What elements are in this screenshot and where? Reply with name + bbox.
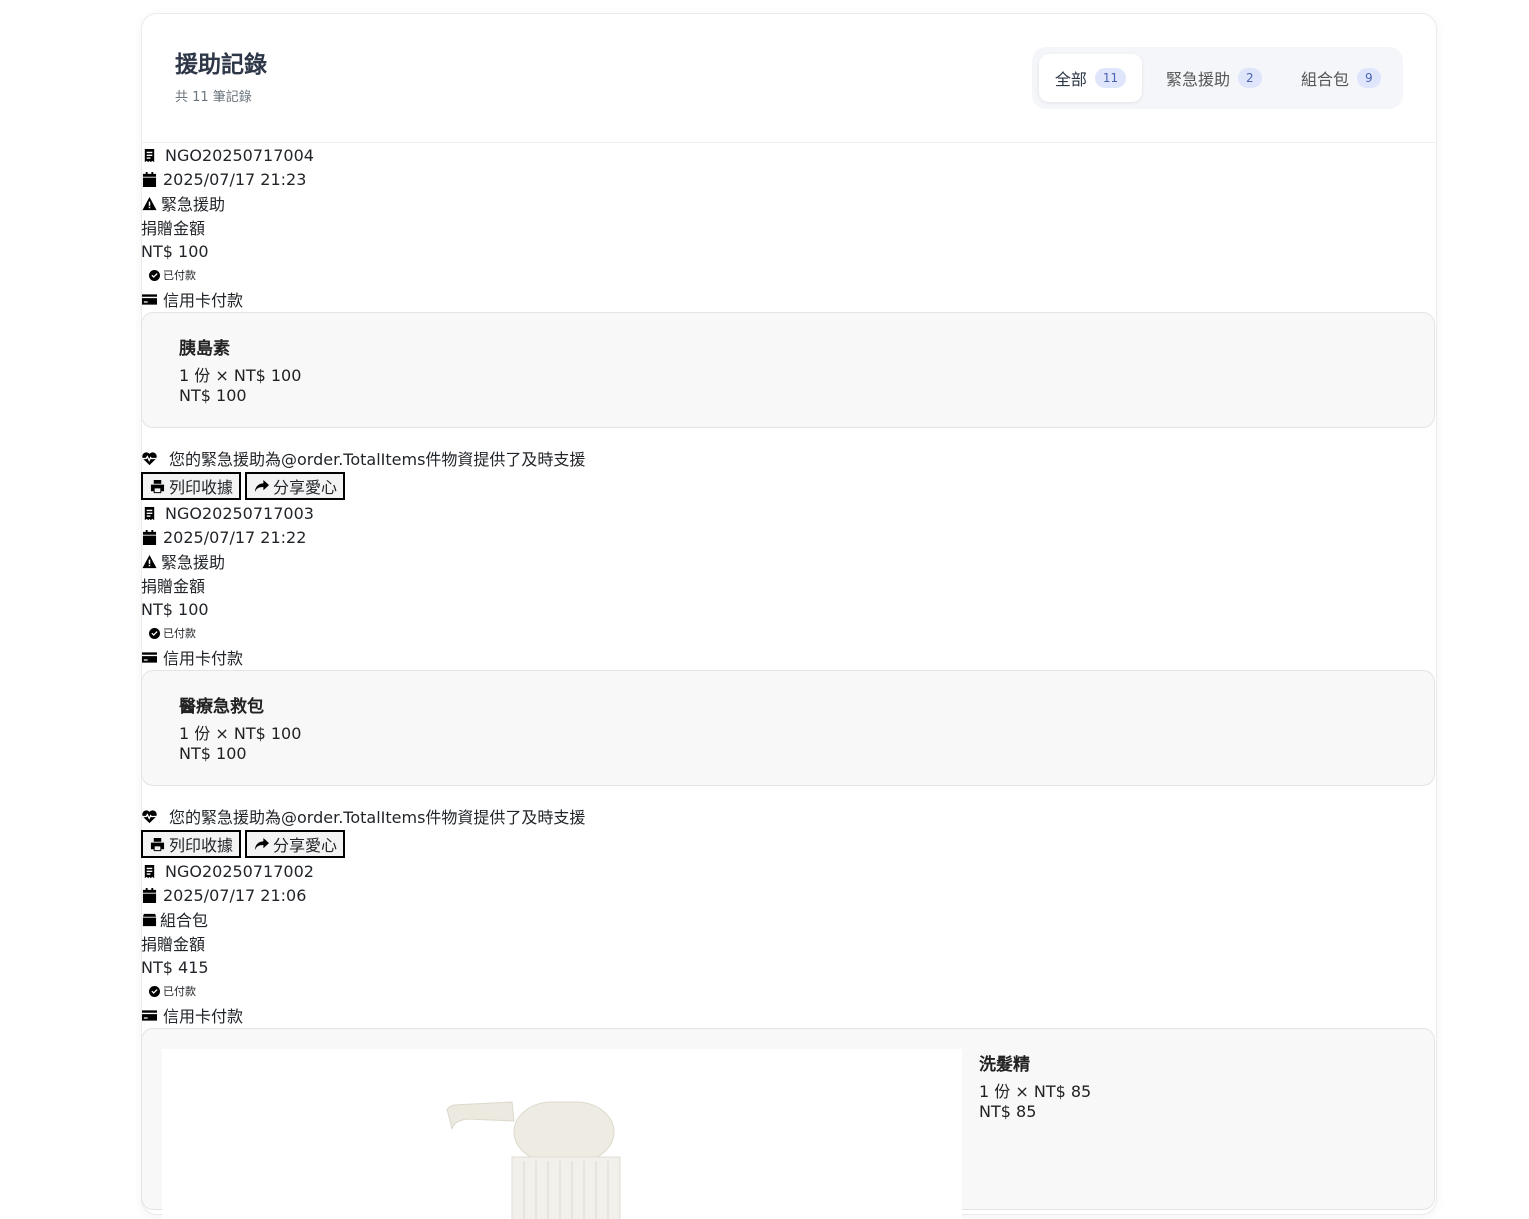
amount-value: NT$ 415 [141,957,209,977]
item-subtotal: NT$ 100 [179,744,247,763]
print-receipt-button[interactable]: 列印收據 [141,472,241,500]
tab-emergency[interactable]: 緊急援助 2 [1166,54,1276,102]
item-list: 醫療急救包 1 份 × NT$ 100 NT$ 100 [141,670,1435,786]
order-date-row: 2025/07/17 21:22 [141,525,306,549]
share-love-button[interactable]: 分享愛心 [245,830,345,858]
status-text: 已付款 [163,985,196,998]
credit-card-icon [141,291,157,307]
amount-label: 捐贈金額 [141,577,206,596]
status-text: 已付款 [163,269,196,282]
receipt-icon [141,863,157,879]
payment-status: 已付款 [149,621,196,645]
tab-label: 組合包 [1301,70,1350,89]
order-date-row: 2025/07/17 21:23 [141,167,306,191]
action-buttons: 列印收據 分享愛心 [141,472,361,500]
thanks-message-row: 您的緊急援助為@order.TotalItems件物資提供了及時支援 [141,446,585,470]
button-label: 列印收據 [169,478,234,497]
receipt-icon [141,505,157,521]
record-count: 共 11 筆記錄 [175,90,252,105]
order-number: NGO20250717004 [165,145,314,165]
share-icon [253,836,269,852]
item-name: 洗髮精 [979,1055,1030,1075]
calendar-icon [141,529,157,545]
heart-pulse-icon [141,450,157,466]
item-qty: 1 份 × NT$ 100 [179,724,302,743]
thanks-message: 您的緊急援助為@order.TotalItems件物資提供了及時支援 [169,808,586,827]
order-type-row: 緊急援助 [141,549,225,573]
header-divider [142,142,1436,143]
item-subtotal: NT$ 85 [979,1102,1037,1121]
item-name: 胰島素 [179,339,230,359]
printer-icon [149,478,165,494]
item-qty: 1 份 × NT$ 100 [179,366,302,385]
amount-label: 捐贈金額 [141,935,206,954]
heart-pulse-icon [141,808,157,824]
check-circle-icon [149,985,160,997]
thanks-message-row: 您的緊急援助為@order.TotalItems件物資提供了及時支援 [141,804,585,828]
tab-label: 全部 [1054,70,1087,89]
order-type: 緊急援助 [161,553,226,572]
tab-label: 緊急援助 [1166,70,1231,89]
button-label: 分享愛心 [273,478,338,497]
print-receipt-button[interactable]: 列印收據 [141,830,241,858]
check-circle-icon [149,627,160,639]
order-date: 2025/07/17 21:23 [163,169,307,189]
order-number: NGO20250717003 [165,503,314,523]
tab-all[interactable]: 全部 11 [1039,54,1142,102]
amount-value: NT$ 100 [141,241,209,261]
payment-method-row: 信用卡付款 [141,1003,243,1027]
calendar-icon [141,171,157,187]
credit-card-icon [141,649,157,665]
shampoo-bottle-image [446,1101,621,1219]
calendar-icon [141,887,157,903]
share-icon [253,478,269,494]
tab-count-badge: 2 [1238,68,1262,88]
warning-icon [141,195,157,211]
warning-icon [141,553,157,569]
order-date: 2025/07/17 21:06 [163,885,307,905]
check-circle-icon [149,269,160,281]
payment-method: 信用卡付款 [163,649,244,668]
credit-card-icon [141,1007,157,1023]
payment-method: 信用卡付款 [163,291,244,310]
order-type: 緊急援助 [161,195,226,214]
status-text: 已付款 [163,627,196,640]
payment-method-row: 信用卡付款 [141,645,243,669]
button-label: 分享愛心 [273,836,338,855]
order-number-row: NGO20250717003 [141,501,314,525]
filter-tabs: 全部 11 緊急援助 2 組合包 9 [1032,47,1403,109]
payment-status: 已付款 [149,263,196,287]
tab-count-badge: 9 [1357,68,1381,88]
order-number-row: NGO20250717004 [141,143,314,167]
payment-method-row: 信用卡付款 [141,287,243,311]
order-type: 組合包 [160,911,209,930]
payment-method: 信用卡付款 [163,1007,244,1026]
tab-count-badge: 11 [1094,68,1127,88]
receipt-icon [141,147,157,163]
item-list: 胰島素 1 份 × NT$ 100 NT$ 100 [141,312,1435,428]
page-title: 援助記錄 [175,52,267,78]
box-icon [141,911,157,927]
payment-status: 已付款 [149,979,196,1003]
order-date-row: 2025/07/17 21:06 [141,883,306,907]
thanks-message: 您的緊急援助為@order.TotalItems件物資提供了及時支援 [169,450,586,469]
amount-label: 捐贈金額 [141,219,206,238]
share-love-button[interactable]: 分享愛心 [245,472,345,500]
tab-bundle[interactable]: 組合包 9 [1301,54,1396,102]
order-date: 2025/07/17 21:22 [163,527,307,547]
action-buttons: 列印收據 分享愛心 [141,830,361,858]
item-subtotal: NT$ 100 [179,386,247,405]
printer-icon [149,836,165,852]
item-list: 洗髮精 1 份 × NT$ 85 NT$ 85 [141,1028,1435,1219]
item-qty: 1 份 × NT$ 85 [979,1082,1092,1101]
amount-value: NT$ 100 [141,599,209,619]
product-image [162,1049,962,1219]
item-name: 醫療急救包 [179,697,264,717]
button-label: 列印收據 [169,836,234,855]
order-type-row: 組合包 [141,907,208,931]
order-number-row: NGO20250717002 [141,859,314,883]
order-number: NGO20250717002 [165,861,314,881]
order-type-row: 緊急援助 [141,191,225,215]
